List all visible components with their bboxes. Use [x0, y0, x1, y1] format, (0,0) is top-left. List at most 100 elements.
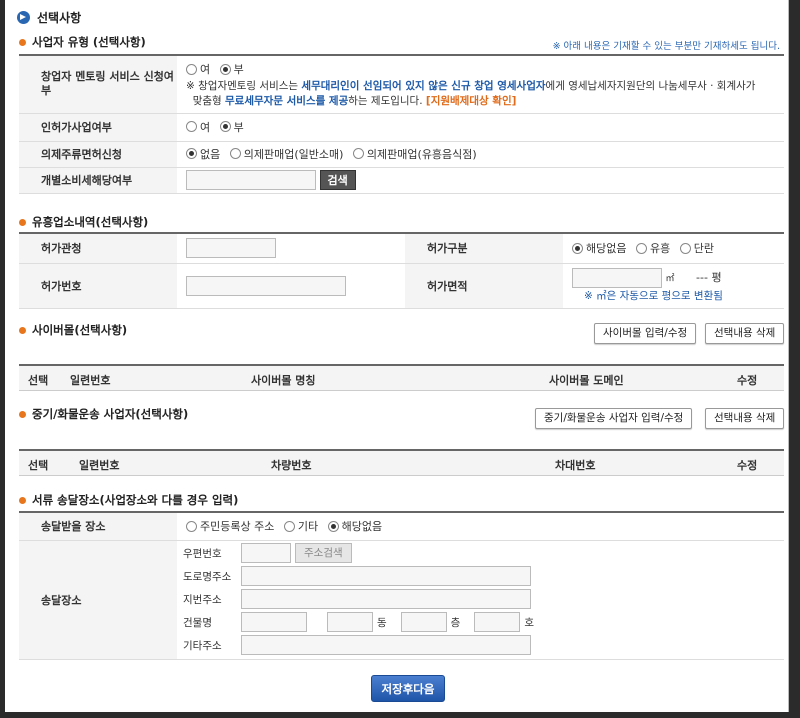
receive-other-option[interactable]: 기타 — [283, 518, 318, 534]
mentoring-no-option[interactable]: 부 — [219, 62, 244, 77]
radio-checked-icon[interactable] — [219, 64, 231, 76]
permit-agency-input[interactable] — [186, 238, 276, 259]
col-select: 선택 — [28, 459, 49, 472]
area-unit: ㎡ — [665, 273, 675, 284]
permit-area-input[interactable] — [572, 267, 662, 288]
bullet-icon — [19, 218, 26, 226]
mentoring-label: 창업자 멘토링 서비스 신청여부 — [19, 54, 177, 114]
radio-icon[interactable] — [635, 242, 647, 254]
cybermall-list-header: 선택 일련번호 사이버몰 명칭 사이버몰 도메인 수정 — [19, 364, 784, 391]
radio-checked-icon[interactable] — [186, 148, 197, 160]
business-type-heading: 사업자 유형 (선택사항) — [19, 34, 146, 50]
vehicle-list-header: 선택 일련번호 차량번호 차대번호 수정 — [19, 449, 784, 476]
road-address-input[interactable] — [241, 566, 531, 586]
lot-address-row: 지번주소 — [183, 589, 531, 609]
pyeong-unit: 평 — [711, 270, 722, 284]
receive-place-label: 송달받을 장소 — [19, 511, 177, 541]
col-chassis-number: 차대번호 — [555, 459, 596, 472]
license-no-option[interactable]: 부 — [219, 119, 244, 135]
pyeong-value: --- — [696, 270, 708, 284]
unit-input[interactable] — [474, 612, 521, 632]
permit-number-input[interactable] — [186, 275, 346, 296]
play-circle-icon — [17, 10, 30, 24]
permit-type-karaoke-option[interactable]: 단란 — [679, 240, 714, 256]
lot-address-label: 지번주소 — [183, 593, 222, 606]
col-serial: 일련번호 — [70, 374, 111, 387]
col-mall-domain: 사이버몰 도메인 — [549, 374, 624, 387]
mentoring-note: ※ 창업자멘토링 서비스는 세무대리인이 선임되어 있지 않은 신규 창업 영세… — [186, 80, 756, 108]
receive-none-option[interactable]: 해당없음 — [327, 518, 382, 534]
col-plate-number: 차량번호 — [271, 459, 312, 472]
notice-text: ※ 아래 내용은 기재할 수 있는 부분만 기재하세도 됩니다. — [552, 41, 780, 52]
permit-agency-label: 허가관청 — [19, 232, 177, 264]
radio-icon[interactable] — [283, 520, 295, 532]
page-title-bar: 선택사항 — [5, 0, 788, 34]
bullet-icon — [19, 410, 26, 418]
permit-area-label: 허가면적 — [405, 263, 563, 309]
building-row: 건물명 동 층 호 — [183, 612, 534, 632]
license-label: 인허가사업여부 — [19, 113, 177, 142]
license-yes-option[interactable]: 여 — [186, 119, 210, 135]
area-note: ※ ㎡은 자동으로 평으로 변환됨 — [584, 289, 723, 302]
floor-input[interactable] — [400, 612, 447, 632]
save-next-button[interactable]: 저장후다음 — [371, 675, 445, 702]
permit-type-entertain-option[interactable]: 유흥 — [635, 240, 670, 256]
radio-checked-icon[interactable] — [219, 121, 231, 133]
form-page: 선택사항 사업자 유형 (선택사항) ※ 아래 내용은 기재할 수 있는 부분만… — [5, 0, 789, 712]
etc-address-label: 기타주소 — [183, 639, 222, 652]
delivery-heading: 서류 송달장소(사업장소와 다를 경우 입력) — [19, 492, 238, 508]
floor-label: 층 — [450, 616, 461, 629]
postal-label: 우편번호 — [183, 547, 222, 560]
radio-icon[interactable] — [186, 64, 197, 76]
cybermall-delete-button[interactable]: 선택내용 삭제 — [705, 323, 785, 344]
vehicle-input-button[interactable]: 중기/화물운송 사업자 입력/수정 — [535, 408, 693, 429]
col-edit: 수정 — [737, 459, 758, 472]
postal-input[interactable] — [241, 543, 291, 563]
search-button[interactable]: 검색 — [319, 170, 356, 190]
etc-address-input[interactable] — [241, 635, 531, 655]
entertainment-heading: 유흥업소내역(선택사항) — [19, 214, 148, 230]
road-address-label: 도로명주소 — [183, 570, 232, 583]
etc-address-row: 기타주소 — [183, 635, 531, 655]
cybermall-heading: 사이버몰(선택사항) — [19, 322, 127, 338]
entertainment-table: 허가관청 허가구분 해당없음 유흥 단란 허가번호 허가면적 ㎡ --- 평 ※… — [19, 232, 784, 309]
unit-label: 호 — [524, 616, 535, 629]
bullet-icon — [19, 326, 26, 334]
cybermall-input-button[interactable]: 사이버몰 입력/수정 — [594, 323, 697, 344]
radio-icon[interactable] — [186, 520, 197, 532]
permit-type-label: 허가구분 — [405, 232, 563, 264]
liquor-entertainment-option[interactable]: 의제판매업(유흥음식점) — [352, 146, 477, 162]
radio-icon[interactable] — [229, 148, 241, 160]
postal-row: 우편번호 주소검색 — [183, 543, 352, 563]
permit-type-none-option[interactable]: 해당없음 — [572, 240, 626, 256]
radio-icon[interactable] — [186, 121, 197, 133]
consumption-tax-label: 개별소비세해당여부 — [19, 167, 177, 194]
vehicle-heading: 중기/화물운송 사업자(선택사항) — [19, 406, 188, 422]
radio-checked-icon[interactable] — [327, 520, 339, 532]
col-mall-name: 사이버몰 명칭 — [251, 374, 316, 387]
col-serial: 일련번호 — [79, 459, 120, 472]
mentoring-yes-option[interactable]: 여 — [186, 62, 210, 77]
permit-number-label: 허가번호 — [19, 263, 177, 309]
radio-icon[interactable] — [679, 242, 691, 254]
building-label: 건물명 — [183, 616, 212, 629]
bullet-icon — [19, 38, 26, 46]
building-input[interactable] — [241, 612, 307, 632]
radio-icon[interactable] — [352, 148, 364, 160]
receive-resident-option[interactable]: 주민등록상 주소 — [186, 518, 274, 534]
exclusion-check-link[interactable]: [지원배제대상 확인] — [426, 95, 517, 107]
radio-checked-icon[interactable] — [572, 242, 583, 254]
dong-input[interactable] — [327, 612, 373, 632]
bullet-icon — [19, 496, 26, 504]
road-address-row: 도로명주소 — [183, 566, 531, 586]
col-edit: 수정 — [737, 374, 758, 387]
delivery-place-label: 송달장소 — [19, 540, 177, 660]
dong-label: 동 — [377, 616, 387, 629]
liquor-none-option[interactable]: 없음 — [186, 146, 220, 162]
liquor-retail-option[interactable]: 의제판매업(일반소매) — [229, 146, 343, 162]
business-type-table: 창업자 멘토링 서비스 신청여부 여 부 ※ 창업자멘토링 서비스는 세무대리인… — [19, 54, 784, 194]
address-search-button[interactable]: 주소검색 — [295, 543, 352, 563]
consumption-tax-input[interactable] — [186, 170, 316, 190]
vehicle-delete-button[interactable]: 선택내용 삭제 — [705, 408, 785, 429]
lot-address-input[interactable] — [241, 589, 531, 609]
